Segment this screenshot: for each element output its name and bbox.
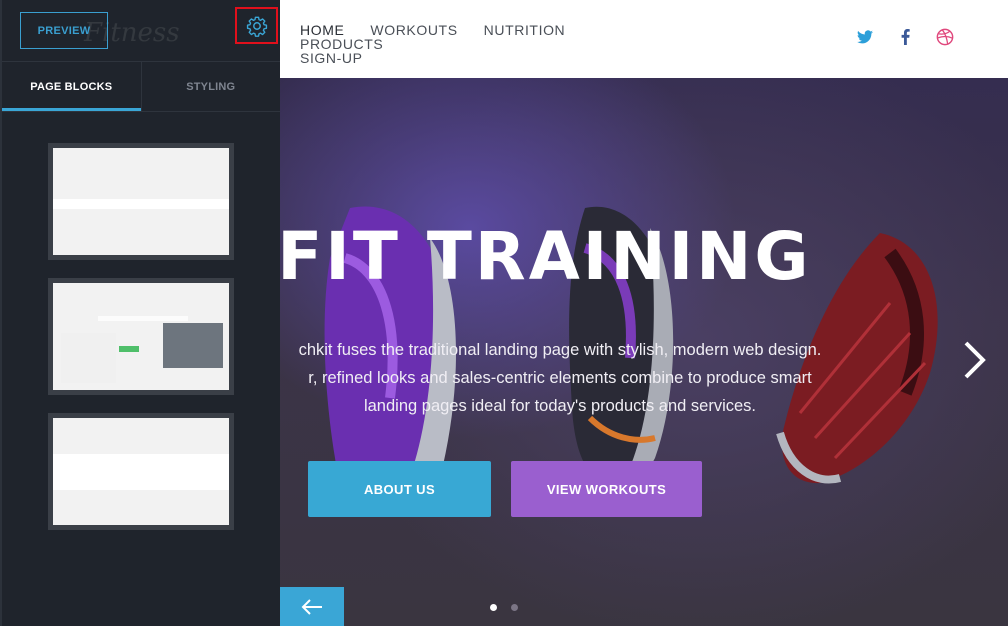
slider-next-icon[interactable]	[962, 340, 988, 385]
nav-workouts[interactable]: WORKOUTS	[370, 23, 457, 37]
back-arrow-button[interactable]	[280, 587, 344, 626]
thumbnail-preview	[53, 418, 229, 525]
preview-button[interactable]: PREVIEW	[20, 12, 108, 49]
thumbnail-preview	[53, 283, 229, 390]
slider-dot[interactable]	[511, 604, 518, 611]
mini-content-band	[53, 454, 229, 490]
block-thumbnail-footer[interactable]	[48, 413, 234, 530]
builder-panel: Fitness PREVIEW PAGE BLOCKS STYLING	[0, 0, 280, 626]
mini-navbar	[53, 199, 229, 209]
arrow-left-icon	[301, 598, 322, 615]
dribbble-icon[interactable]	[936, 28, 954, 46]
tab-page-blocks[interactable]: PAGE BLOCKS	[2, 62, 141, 111]
block-thumbnail-hero[interactable]	[48, 278, 234, 395]
main-nav: HOME WORKOUTS NUTRITION PRODUCTS SIGN-UP	[300, 23, 700, 65]
about-us-button[interactable]: ABOUT US	[308, 461, 491, 517]
nav-products[interactable]: PRODUCTS	[300, 37, 383, 51]
twitter-icon[interactable]	[856, 28, 874, 46]
panel-tabs: PAGE BLOCKS STYLING	[2, 62, 280, 112]
panel-toolbar: Fitness PREVIEW	[2, 0, 280, 62]
thumbnail-preview	[53, 148, 229, 255]
slider-dots	[490, 604, 518, 611]
nav-nutrition[interactable]: NUTRITION	[484, 23, 566, 37]
facebook-icon[interactable]	[896, 28, 914, 46]
social-links	[856, 28, 954, 46]
settings-button[interactable]	[235, 7, 278, 44]
slider-dot[interactable]	[490, 604, 497, 611]
nav-signup[interactable]: SIGN-UP	[300, 51, 674, 65]
thumbnail-hero-graphic	[61, 316, 223, 383]
block-thumbnail-header[interactable]	[48, 143, 234, 260]
nav-home[interactable]: HOME	[300, 23, 344, 37]
gear-icon	[246, 16, 267, 37]
view-workouts-button[interactable]: VIEW WORKOUTS	[511, 461, 702, 517]
tab-styling[interactable]: STYLING	[140, 62, 281, 111]
